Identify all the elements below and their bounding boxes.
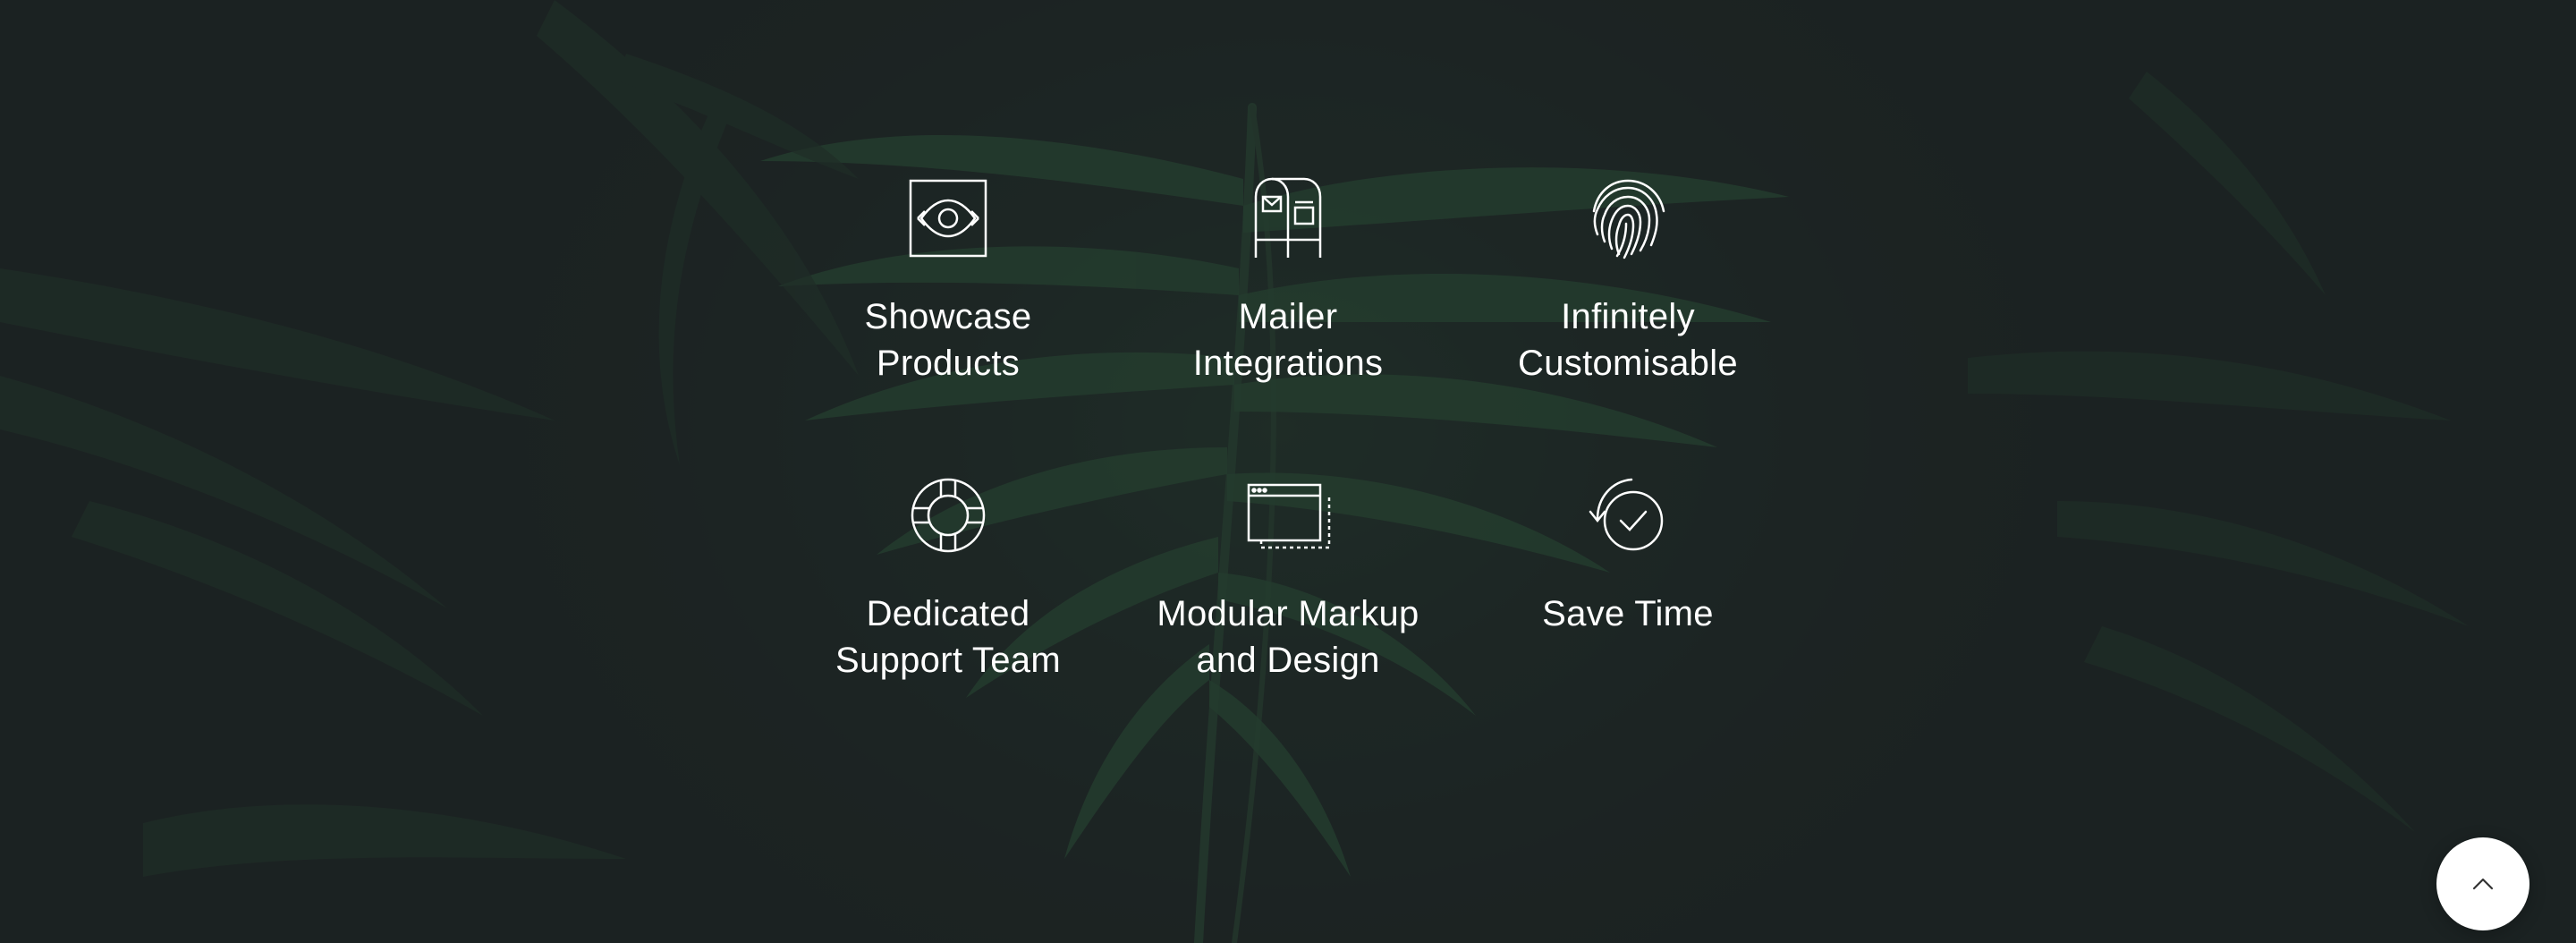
feature-label: Save Time — [1542, 594, 1714, 633]
feature-label: Mailer Integrations — [1192, 297, 1384, 383]
lifebuoy-icon — [905, 472, 991, 558]
feature-label: Modular Markup and Design — [1157, 594, 1419, 680]
feature-label: Infinitely Customisable — [1518, 297, 1738, 383]
mailbox-icon — [1245, 175, 1331, 261]
feature-modular-markup-and-design: Modular Markup and Design — [1118, 472, 1458, 684]
eye-icon — [905, 175, 991, 261]
feature-showcase-products: Showcase Products — [778, 175, 1118, 387]
clock-refresh-icon — [1585, 472, 1671, 558]
scroll-to-top-button[interactable] — [2436, 837, 2529, 930]
feature-infinitely-customisable: Infinitely Customisable — [1458, 175, 1798, 387]
features-grid: Showcase Products Mailer Integrations In… — [0, 0, 2576, 943]
fingerprint-icon — [1585, 175, 1671, 261]
feature-label: Dedicated Support Team — [835, 594, 1061, 680]
feature-dedicated-support-team: Dedicated Support Team — [778, 472, 1118, 684]
browser-window-icon — [1245, 472, 1331, 558]
feature-label: Showcase Products — [864, 297, 1032, 383]
feature-mailer-integrations: Mailer Integrations — [1118, 175, 1458, 387]
feature-save-time: Save Time — [1458, 472, 1798, 637]
